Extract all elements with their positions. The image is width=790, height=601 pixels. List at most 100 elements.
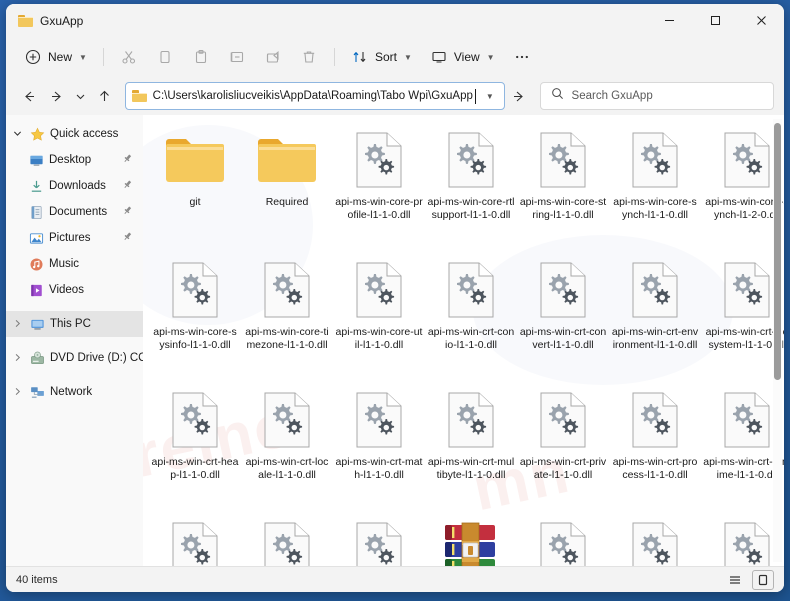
maximize-button[interactable] xyxy=(692,4,738,37)
file-item[interactable]: api-ms-win-crt-runtime-l1-1-0.dll xyxy=(701,381,784,511)
file-item[interactable]: api-ms-win-crt-heap-l1-1-0.dll xyxy=(149,381,241,511)
file-item[interactable]: git xyxy=(149,121,241,251)
dll-file-icon xyxy=(438,259,504,321)
view-button[interactable]: View ▼ xyxy=(422,42,503,72)
search-box[interactable]: Search GxuApp xyxy=(539,82,774,110)
file-item[interactable]: bifow.rar xyxy=(425,511,517,566)
file-item[interactable]: api-ms-win-crt-math-l1-1-0.dll xyxy=(333,381,425,511)
list-view-button[interactable] xyxy=(724,570,746,590)
file-item[interactable]: api-ms-win-core-rtlsupport-l1-1-0.dll xyxy=(425,121,517,251)
rename-button[interactable] xyxy=(220,42,254,72)
address-bar[interactable]: C:\Users\karolisliucveikis\AppData\Roami… xyxy=(124,82,505,110)
file-item-label: api-ms-win-core-synch-l1-1-0.dll xyxy=(613,196,697,221)
file-item[interactable]: api-ms-win-core-profile-l1-1-0.dll xyxy=(333,121,425,251)
dll-file-icon xyxy=(346,519,412,566)
share-button[interactable] xyxy=(256,42,290,72)
pin-icon[interactable] xyxy=(122,231,133,245)
dll-file-icon xyxy=(622,129,688,191)
file-item[interactable]: api-ms-win-crt-conio-l1-1-0.dll xyxy=(425,251,517,381)
file-item[interactable]: api-ms-win-crt-private-l1-1-0.dll xyxy=(517,381,609,511)
address-path-text: C:\Users\karolisliucveikis\AppData\Roami… xyxy=(152,90,473,102)
scrollbar-thumb[interactable] xyxy=(774,123,781,380)
toolbar-separator-2 xyxy=(333,48,335,66)
sidebar-item-label: Desktop xyxy=(49,154,92,166)
copy-icon xyxy=(156,48,174,66)
minimize-button[interactable] xyxy=(646,4,692,37)
dll-file-icon xyxy=(530,259,596,321)
up-button[interactable] xyxy=(91,82,118,110)
cut-button[interactable] xyxy=(112,42,146,72)
back-button[interactable] xyxy=(16,82,43,110)
sidebar-item-this-pc[interactable]: This PC xyxy=(6,311,143,337)
pin-icon[interactable] xyxy=(122,153,133,167)
close-button[interactable] xyxy=(738,4,784,37)
dll-file-icon xyxy=(714,259,780,321)
window-controls xyxy=(646,4,784,37)
file-item[interactable]: libEGL.dll xyxy=(701,511,784,566)
more-options-button[interactable] xyxy=(505,42,539,72)
pictures-icon xyxy=(28,230,44,246)
file-item[interactable]: api-ms-win-crt-stdio-l1-1-0.dll xyxy=(149,511,241,566)
dll-file-icon xyxy=(622,519,688,566)
sidebar-item-network[interactable]: Network xyxy=(6,379,143,405)
trash-icon xyxy=(300,48,318,66)
file-item[interactable]: d3dcompiler_47.dll xyxy=(609,511,701,566)
file-item[interactable]: chrome_elf.dll xyxy=(517,511,609,566)
file-item-label: git xyxy=(189,196,201,208)
file-item[interactable]: api-ms-win-crt-filesystem-l1-1-0.dll xyxy=(701,251,784,381)
file-item-label: api-ms-win-crt-private-l1-1-0.dll xyxy=(519,456,607,481)
forward-button[interactable] xyxy=(44,82,71,110)
dll-file-icon xyxy=(530,129,596,191)
sort-button[interactable]: Sort ▼ xyxy=(343,42,420,72)
file-pane-scrollbar[interactable] xyxy=(773,119,782,562)
file-item[interactable]: api-ms-win-core-string-l1-1-0.dll xyxy=(517,121,609,251)
file-item[interactable]: api-ms-win-core-timezone-l1-1-0.dll xyxy=(241,251,333,381)
sidebar-item-music[interactable]: Music xyxy=(6,251,143,277)
delete-button[interactable] xyxy=(292,42,326,72)
text-cursor xyxy=(474,88,476,104)
paste-button[interactable] xyxy=(184,42,218,72)
command-bar: New ▼ Sort ▼ View ▼ xyxy=(6,37,784,77)
file-item[interactable]: Required xyxy=(241,121,333,251)
file-item[interactable]: api-ms-win-crt-string-l1-1-0.dll xyxy=(241,511,333,566)
sidebar-item-videos[interactable]: Videos xyxy=(6,277,143,303)
recent-locations-button[interactable] xyxy=(71,82,90,110)
go-button[interactable] xyxy=(506,82,531,110)
file-item[interactable]: api-ms-win-crt-convert-l1-1-0.dll xyxy=(517,251,609,381)
file-item[interactable]: api-ms-win-crt-multibyte-l1-1-0.dll xyxy=(425,381,517,511)
file-item[interactable]: api-ms-win-crt-locale-l1-1-0.dll xyxy=(241,381,333,511)
sidebar-item-documents[interactable]: Documents xyxy=(6,199,143,225)
file-item[interactable]: api-ms-win-core-util-l1-1-0.dll xyxy=(333,251,425,381)
file-item[interactable]: api-ms-win-core-synch-l1-2-0.dll xyxy=(701,121,784,251)
details-view-button[interactable] xyxy=(752,569,774,590)
view-toggle-group xyxy=(724,569,774,590)
explorer-body: Quick access Desktop Downloads Documents Pic… xyxy=(6,115,784,566)
file-item[interactable]: api-ms-win-crt-process-l1-1-0.dll xyxy=(609,381,701,511)
file-item[interactable]: api-ms-win-crt-environment-l1-1-0.dll xyxy=(609,251,701,381)
dll-file-icon xyxy=(438,389,504,451)
file-item[interactable]: api-ms-win-core-synch-l1-1-0.dll xyxy=(609,121,701,251)
sidebar-item-dvd-drive-d-cccc[interactable]: DVD Drive (D:) CCCC xyxy=(6,345,143,371)
pin-icon[interactable] xyxy=(122,205,133,219)
copy-button[interactable] xyxy=(148,42,182,72)
title-bar: GxuApp xyxy=(6,4,784,37)
chevron-right-icon[interactable] xyxy=(10,387,24,398)
search-input[interactable]: Search GxuApp xyxy=(572,90,653,102)
sidebar-item-pictures[interactable]: Pictures xyxy=(6,225,143,251)
file-item[interactable]: api-ms-win-crt-time-l1-1-0.dll xyxy=(333,511,425,566)
file-item-label: api-ms-win-crt-multibyte-l1-1-0.dll xyxy=(427,456,515,481)
sidebar-item-quick-access[interactable]: Quick access xyxy=(6,121,143,147)
pin-icon[interactable] xyxy=(122,179,133,193)
chevron-right-icon[interactable] xyxy=(10,319,24,330)
sidebar-item-desktop[interactable]: Desktop xyxy=(6,147,143,173)
chevron-down-icon[interactable] xyxy=(10,129,24,140)
chevron-down-icon[interactable]: ▼ xyxy=(480,92,500,101)
new-button[interactable]: New ▼ xyxy=(16,42,95,72)
paste-icon xyxy=(192,48,210,66)
sidebar-item-downloads[interactable]: Downloads xyxy=(6,173,143,199)
file-item[interactable]: api-ms-win-core-sysinfo-l1-1-0.dll xyxy=(149,251,241,381)
chevron-right-icon[interactable] xyxy=(10,353,24,364)
